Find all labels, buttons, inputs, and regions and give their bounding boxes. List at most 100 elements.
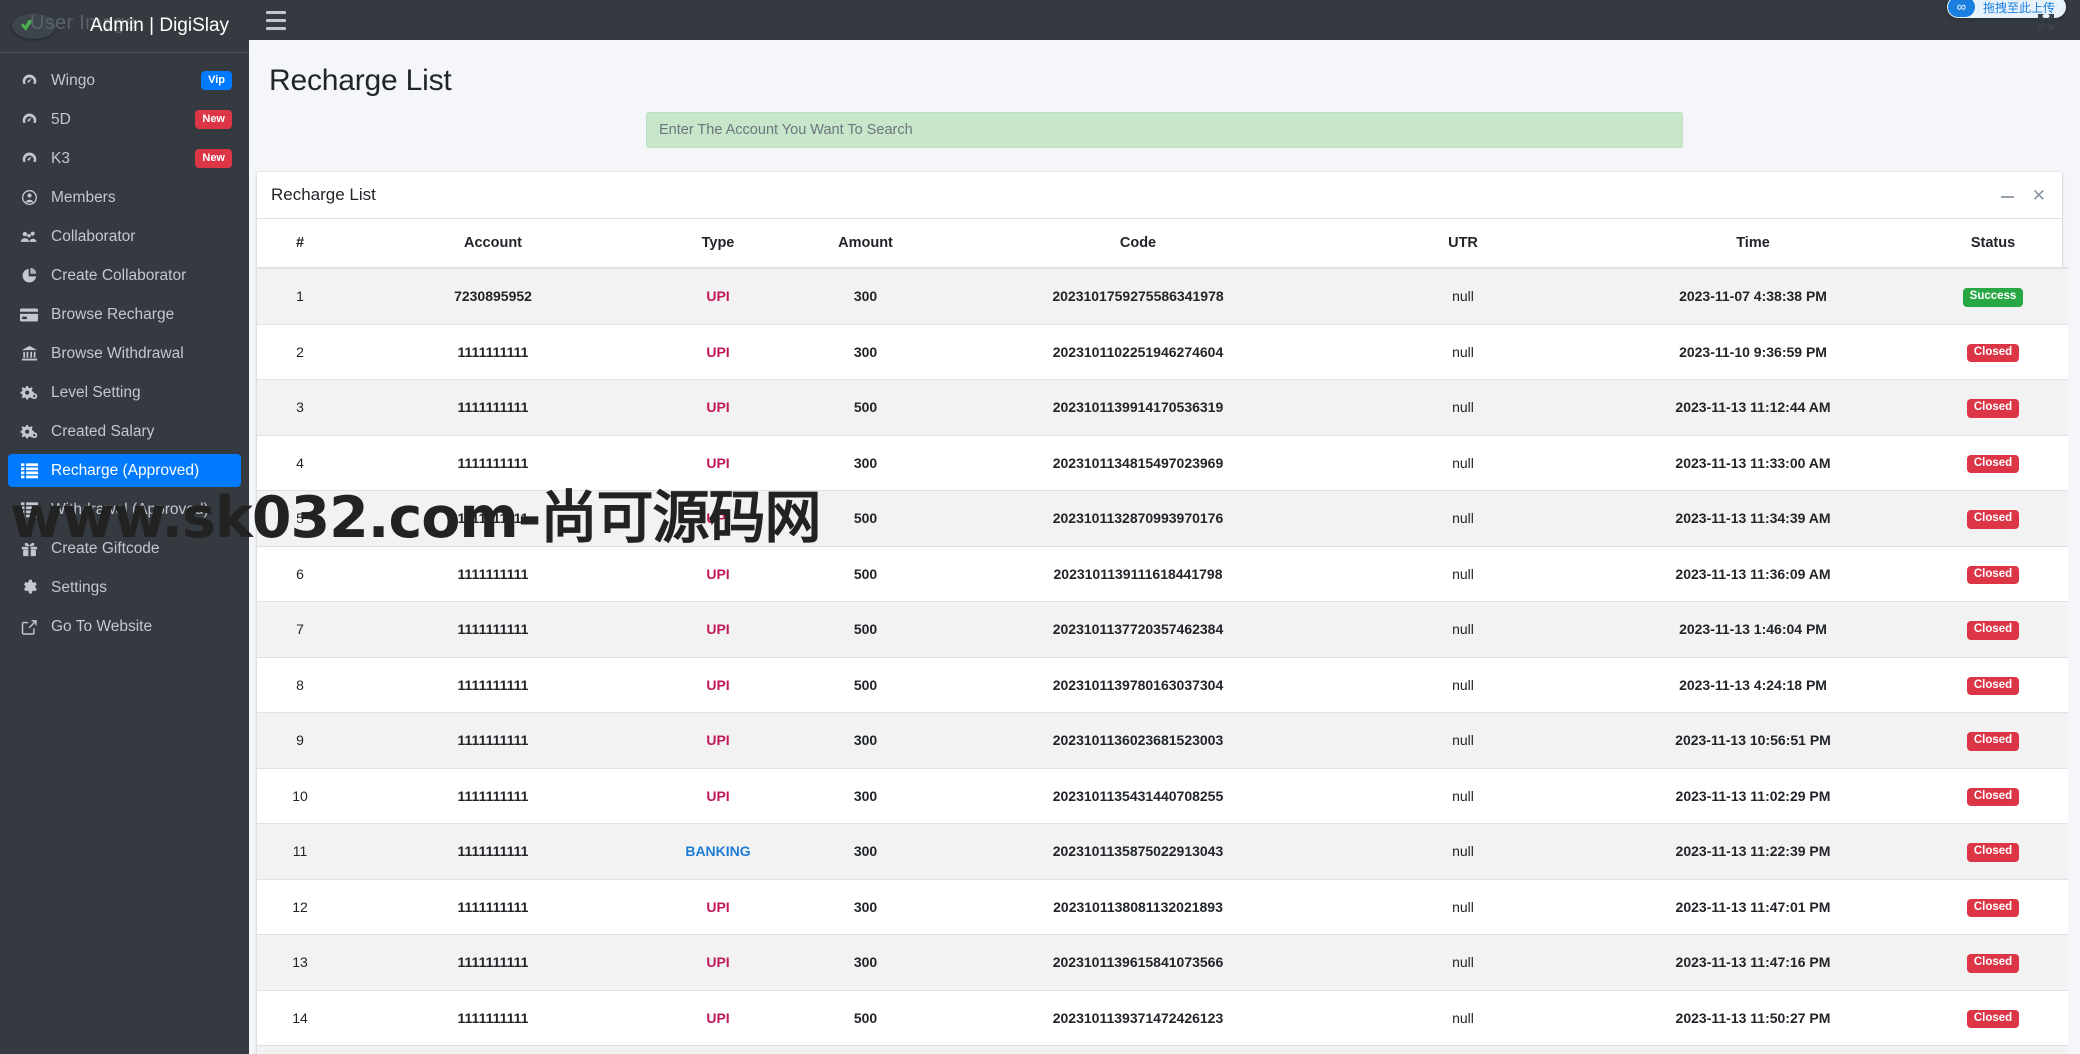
cell-account: 1111111111	[343, 934, 643, 990]
sidebar-item-create-giftcode[interactable]: Create Giftcode	[8, 532, 241, 565]
gears-icon	[17, 423, 41, 440]
table-row[interactable]: 5 1111111111 UPI 500 2023101132870993970176 n…	[257, 490, 2068, 546]
cell-code: 2023101135431440708255	[938, 767, 1338, 824]
avatar	[12, 13, 56, 39]
search-input[interactable]	[646, 112, 1683, 148]
sidebar-item-created-salary[interactable]: Created Salary	[8, 415, 241, 448]
cell-time: 2023-11-13 10:56:51 PM	[1588, 712, 1918, 768]
cell-amount: 300	[793, 712, 938, 768]
sidebar-item-browse-recharge[interactable]: Browse Recharge	[8, 298, 241, 331]
list-icon	[17, 462, 41, 479]
status-badge: Closed	[1966, 454, 2020, 473]
brand-title: Admin | DigiSlay	[90, 15, 230, 36]
cell-account: 1111111111	[343, 545, 643, 602]
expand-arrows-icon[interactable]	[2036, 12, 2056, 32]
cell-account: 1111111111	[343, 379, 643, 435]
table-row[interactable]: 12 1111111111 UPI 300 2023101138081132021893…	[257, 878, 2068, 935]
cell-code: 2023101132870993970176	[938, 490, 1338, 546]
sidebar-item-go-to-website[interactable]: Go To Website	[8, 610, 241, 643]
hamburger-icon[interactable]	[263, 8, 289, 32]
sidebar-item-5d[interactable]: 5D New	[8, 103, 241, 136]
users-icon	[17, 228, 41, 245]
cell-account: 1111111111	[343, 656, 643, 713]
cell-time: 2023-11-13 11:47:01 PM	[1588, 878, 1918, 935]
table-row[interactable]: 3 1111111111 UPI 500 2023101139914170536319 n…	[257, 379, 2068, 435]
sidebar-item-k3[interactable]: K3 New	[8, 142, 241, 175]
type-label: UPI	[706, 399, 730, 416]
cell-account: 1111111111	[343, 601, 643, 657]
cell-account: 7230895952	[343, 267, 643, 324]
cell-amount: 500	[793, 656, 938, 713]
cell-code: 2023101139914170536319	[938, 379, 1338, 435]
cell-code: 2023101135875022913043	[938, 823, 1338, 879]
cell-code: 2023101139780163037304	[938, 656, 1338, 713]
sidebar-item-label: Create Collaborator	[51, 266, 187, 284]
table-head: # Account Type Amount Code UTR Time Status	[257, 219, 2068, 269]
sidebar-item-collaborator[interactable]: Collaborator	[8, 220, 241, 253]
cell-account: 1111111111	[343, 712, 643, 768]
type-label: UPI	[706, 454, 730, 471]
cell-utr: null	[1338, 656, 1588, 713]
table-row[interactable]: 10 1111111111 UPI 300 2023101135431440708255…	[257, 767, 2068, 824]
table-row[interactable]: 4 1111111111 UPI 300 2023101134815497023969 n…	[257, 434, 2068, 491]
sidebar-item-withdrawal-approved[interactable]: Withdrawal (Approved)	[8, 493, 241, 526]
cell-idx: 11	[257, 823, 343, 879]
cell-type: UPI	[643, 989, 793, 1046]
cell-utr: null	[1338, 823, 1588, 879]
cell-time: 2023-11-17 8:59:54 PM	[1588, 1045, 1918, 1054]
table-row[interactable]: 14 1111111111 UPI 500 2023101139371472426123…	[257, 989, 2068, 1046]
sidebar-item-label: Collaborator	[51, 227, 136, 245]
cell-type: UPI	[643, 379, 793, 435]
top-navbar	[249, 0, 2080, 40]
sidebar-item-members[interactable]: Members	[8, 181, 241, 214]
status-badge: Closed	[1966, 1009, 2020, 1028]
table-row[interactable]: 2 1111111111 UPI 300 2023101102251946274604 n…	[257, 323, 2068, 380]
credit-card-icon	[17, 307, 41, 322]
cell-amount: 500	[793, 490, 938, 546]
table-row[interactable]: 6 1111111111 UPI 500 2023101139111618441798 n…	[257, 545, 2068, 602]
sidebar-item-label: 5D	[51, 110, 71, 128]
status-badge: Closed	[1966, 843, 2020, 862]
cell-code: 2023101759275586341978	[938, 267, 1338, 324]
table-row[interactable]: 13 1111111111 UPI 300 2023101139615841073566…	[257, 934, 2068, 990]
minus-icon[interactable]	[2000, 187, 2014, 204]
cell-account: 1111111111	[343, 878, 643, 935]
cell-type: UPI	[643, 490, 793, 546]
cell-type: UPI	[643, 934, 793, 990]
sidebar-item-browse-withdrawal[interactable]: Browse Withdrawal	[8, 337, 241, 370]
column-header: Code	[938, 219, 1338, 269]
sidebar-item-recharge-approved[interactable]: Recharge (Approved)	[8, 454, 241, 487]
column-header: Amount	[793, 219, 938, 269]
table-row[interactable]: 11 1111111111 BANKING 300 202310113587502291…	[257, 823, 2068, 879]
table-row[interactable]: 151111111111UPI5002023101177734392482201…	[257, 1045, 2068, 1054]
page-title: Recharge List	[269, 64, 452, 97]
cell-time: 2023-11-13 11:02:29 PM	[1588, 767, 1918, 824]
sidebar-item-create-collaborator[interactable]: Create Collaborator	[8, 259, 241, 292]
sidebar-item-settings[interactable]: Settings	[8, 571, 241, 604]
cell-utr: null	[1338, 490, 1588, 546]
cell-utr: null	[1338, 434, 1588, 491]
infinity-icon: ∞	[1947, 0, 1975, 17]
pie-chart-icon	[17, 267, 41, 284]
table-row[interactable]: 9 1111111111 UPI 300 2023101136023681523003 n…	[257, 712, 2068, 768]
cell-amount: 300	[793, 434, 938, 491]
sidebar-item-level-setting[interactable]: Level Setting	[8, 376, 241, 409]
status-badge: Closed	[1966, 621, 2020, 640]
sidebar-item-label: Browse Recharge	[51, 305, 175, 323]
brand-header[interactable]: User Image Admin | DigiSlay	[0, 0, 249, 53]
cell-status: Closed	[1918, 823, 2068, 879]
cell-amount: 300	[793, 934, 938, 990]
cell-type: UPI	[643, 767, 793, 824]
cell-idx: 4	[257, 434, 343, 491]
table-row[interactable]: 1 7230895952 UPI 300 2023101759275586341978 n…	[257, 267, 2068, 324]
close-icon[interactable]: ✕	[2032, 187, 2046, 204]
table-row[interactable]: 8 1111111111 UPI 500 2023101139780163037304 n…	[257, 656, 2068, 713]
cell-account: 1111111111	[343, 823, 643, 879]
cell-utr: null	[1338, 878, 1588, 935]
table-row[interactable]: 7 1111111111 UPI 500 2023101137720357462384 n…	[257, 601, 2068, 657]
cell-time: 2023-11-13 11:22:39 PM	[1588, 823, 1918, 879]
cell-status: Success	[1918, 267, 2068, 324]
sidebar-item-wingo[interactable]: Wingo Vip	[8, 64, 241, 97]
type-label: UPI	[706, 343, 730, 360]
cell-code: 2023101138081132021893	[938, 878, 1338, 935]
